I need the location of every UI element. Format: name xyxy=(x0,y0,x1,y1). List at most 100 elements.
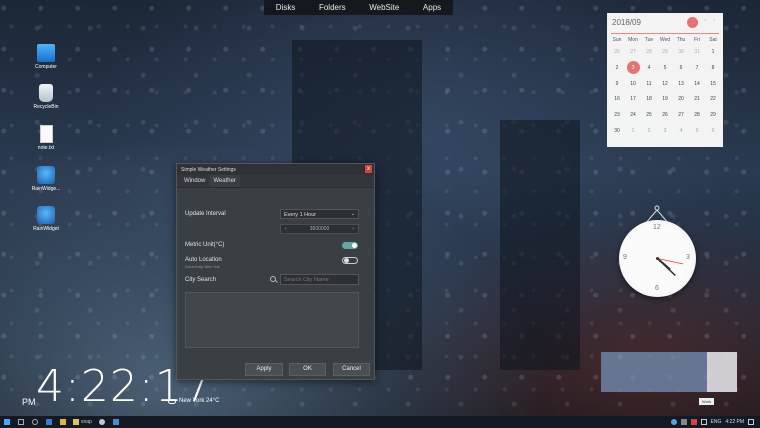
calendar-day[interactable]: 31 xyxy=(689,45,705,61)
disk-usage-widget[interactable] xyxy=(601,352,737,392)
ok-button[interactable]: OK xyxy=(289,363,326,376)
desktop-icon-rainwidget[interactable]: RainWidget xyxy=(26,206,66,232)
cortana-icon[interactable] xyxy=(32,419,38,425)
calendar-day[interactable]: 1 xyxy=(705,45,721,61)
calendar-day[interactable]: 24 xyxy=(625,108,641,124)
topbar-folders[interactable]: Folders xyxy=(315,3,350,12)
city-results-list[interactable] xyxy=(185,292,359,348)
today-button[interactable] xyxy=(687,17,698,28)
tray-app-icon[interactable] xyxy=(690,419,697,425)
taskbar: snap ENG 4:22 PM xyxy=(0,416,760,428)
calendar-day[interactable]: 23 xyxy=(609,108,625,124)
calendar-day[interactable]: 8 xyxy=(705,61,721,77)
topbar-apps[interactable]: Apps xyxy=(419,3,445,12)
weekday-header: Wed xyxy=(659,37,671,43)
calendar-day[interactable]: 7 xyxy=(689,61,705,77)
calendar-day[interactable]: 29 xyxy=(705,108,721,124)
metric-unit-toggle[interactable] xyxy=(342,242,358,249)
calendar-widget: 2018/09 ‹ › Sun Mon Tue Wed Thu Fri Sat 26 27 28 2… xyxy=(607,13,723,147)
weather-mini-widget[interactable]: New York 24°C xyxy=(168,398,219,404)
toggle-knob xyxy=(344,258,349,263)
edge-icon[interactable] xyxy=(46,419,52,425)
notification-icon[interactable] xyxy=(748,419,754,425)
desktop-icon-rainwidget-shortcut[interactable]: RainWidge... xyxy=(26,166,66,192)
calendar-day[interactable]: 30 xyxy=(673,45,689,61)
taskbar-clock[interactable]: 4:22 PM xyxy=(725,419,744,425)
calendar-day[interactable]: 17 xyxy=(625,92,641,108)
desktop-icon-note[interactable]: note.txt xyxy=(26,125,66,151)
chevron-left-icon[interactable]: ‹ xyxy=(704,18,706,24)
calendar-day[interactable]: 3 xyxy=(657,124,673,140)
calendar-day[interactable]: 21 xyxy=(689,92,705,108)
calendar-day[interactable]: 30 xyxy=(609,124,625,140)
calendar-day[interactable]: 5 xyxy=(657,61,673,77)
calendar-day[interactable]: 27 xyxy=(673,108,689,124)
calendar-month: 2018/09 xyxy=(612,18,641,27)
calendar-day[interactable]: 14 xyxy=(689,77,705,93)
calendar-day[interactable]: 26 xyxy=(609,45,625,61)
apply-button[interactable]: Apply xyxy=(245,363,283,376)
calendar-day[interactable]: 19 xyxy=(657,92,673,108)
calendar-day[interactable]: 2 xyxy=(609,61,625,77)
task-view-icon[interactable] xyxy=(18,419,24,425)
chrome-icon[interactable] xyxy=(98,419,105,425)
topbar-website[interactable]: WebSite xyxy=(365,3,403,12)
chevron-left-icon[interactable]: ‹ xyxy=(285,226,287,232)
chevron-right-icon[interactable]: › xyxy=(713,18,715,24)
volume-icon[interactable] xyxy=(700,419,707,425)
update-interval-select[interactable]: Every 1 Hour ⌄ xyxy=(280,209,359,219)
current-city-note: Current city: New York xyxy=(185,265,220,269)
calendar-day[interactable]: 16 xyxy=(609,92,625,108)
calendar-day[interactable]: 18 xyxy=(641,92,657,108)
calendar-day[interactable]: 26 xyxy=(657,108,673,124)
windows-start-icon[interactable] xyxy=(4,419,10,425)
calendar-day[interactable]: 2 xyxy=(641,124,657,140)
explorer-icon[interactable] xyxy=(60,419,66,425)
interval-stepper[interactable]: ‹ 3600000 › xyxy=(280,224,359,234)
calendar-day[interactable]: 1 xyxy=(625,124,641,140)
calendar-day[interactable]: 27 xyxy=(625,45,641,61)
update-interval-label: Update Interval xyxy=(185,211,226,217)
weekday-header: Sun xyxy=(612,37,622,43)
network-icon[interactable] xyxy=(680,419,687,425)
desktop-icon-recyclebin[interactable]: RecycleBin xyxy=(26,84,66,110)
language-indicator[interactable]: ENG xyxy=(711,419,722,425)
calendar-day[interactable]: 22 xyxy=(705,92,721,108)
calendar-day-today[interactable]: 3 xyxy=(625,61,641,77)
calendar-day[interactable]: 25 xyxy=(641,108,657,124)
calendar-day[interactable]: 20 xyxy=(673,92,689,108)
auto-location-toggle[interactable] xyxy=(342,257,358,264)
desktop-icon-computer[interactable]: Computer xyxy=(26,44,66,70)
calendar-day[interactable]: 4 xyxy=(673,124,689,140)
calendar-day[interactable]: 4 xyxy=(641,61,657,77)
auto-location-label: Auto Location xyxy=(185,257,222,263)
app-icon[interactable] xyxy=(112,419,119,425)
calendar-day[interactable]: 6 xyxy=(705,124,721,140)
dialog-titlebar[interactable]: Simple Weather Settings x xyxy=(177,164,374,175)
close-button[interactable]: x xyxy=(365,165,372,173)
chevron-right-icon[interactable]: › xyxy=(352,226,354,232)
calendar-day[interactable]: 29 xyxy=(657,45,673,61)
interval-seconds-value: 3600000 xyxy=(309,226,330,232)
background-building xyxy=(500,120,580,370)
calendar-day[interactable]: 12 xyxy=(657,77,673,93)
desktop-icon-label: Computer xyxy=(35,64,57,70)
tab-window[interactable]: Window xyxy=(180,175,209,187)
calendar-day[interactable]: 15 xyxy=(705,77,721,93)
cancel-button[interactable]: Cancel xyxy=(333,363,370,376)
city-search-input[interactable] xyxy=(280,274,359,285)
tray-app-icon[interactable] xyxy=(670,419,677,425)
calendar-day[interactable]: 28 xyxy=(641,45,657,61)
topbar-disks[interactable]: Disks xyxy=(272,3,300,12)
calendar-day[interactable]: 6 xyxy=(673,61,689,77)
search-icon xyxy=(270,276,276,282)
desktop-icon-label: RainWidget xyxy=(33,226,59,232)
calendar-day[interactable]: 11 xyxy=(641,77,657,93)
calendar-day[interactable]: 5 xyxy=(689,124,705,140)
calendar-day[interactable]: 13 xyxy=(673,77,689,93)
calendar-day[interactable]: 28 xyxy=(689,108,705,124)
calendar-day[interactable]: 9 xyxy=(609,77,625,93)
tab-weather[interactable]: Weather xyxy=(209,175,240,187)
calendar-day[interactable]: 10 xyxy=(625,77,641,93)
taskbar-app-snap[interactable]: snap xyxy=(70,419,95,425)
